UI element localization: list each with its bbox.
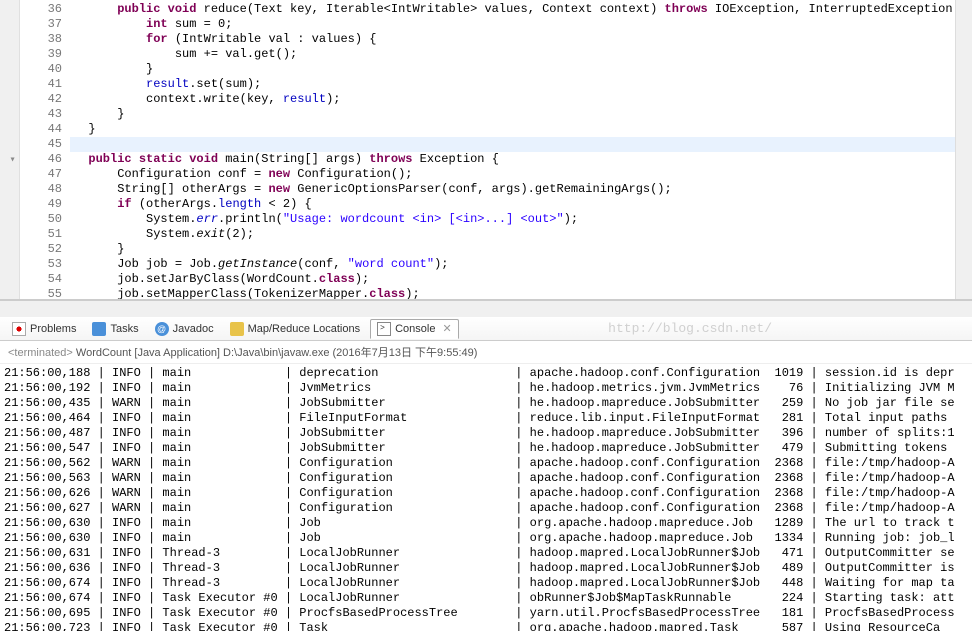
console-icon (377, 322, 391, 336)
line-number: 48 (20, 182, 62, 197)
console-header: <terminated> WordCount [Java Application… (0, 341, 972, 364)
console-line: 21:56:00,563 | WARN | main | Configurati… (4, 471, 968, 486)
line-number: 38 (20, 32, 62, 47)
tab-label: Javadoc (173, 323, 214, 335)
console-view: <terminated> WordCount [Java Application… (0, 341, 972, 631)
console-line: 21:56:00,695 | INFO | Task Executor #0 |… (4, 606, 968, 621)
console-line: 21:56:00,562 | WARN | main | Configurati… (4, 456, 968, 471)
tab-console[interactable]: Console ✕ (370, 319, 459, 339)
line-number: 40 (20, 62, 62, 77)
console-line: 21:56:00,192 | INFO | main | JvmMetrics … (4, 381, 968, 396)
line-number: 42 (20, 92, 62, 107)
console-line: 21:56:00,435 | WARN | main | JobSubmitte… (4, 396, 968, 411)
launch-label: WordCount [Java Application] D:\Java\bin… (76, 347, 478, 359)
tab-label: Problems (30, 323, 76, 335)
console-line: 21:56:00,674 | INFO | Task Executor #0 |… (4, 591, 968, 606)
code-line[interactable]: } (70, 107, 955, 122)
code-line[interactable]: context.write(key, result); (70, 92, 955, 107)
tab-javadoc[interactable]: @ Javadoc (149, 320, 220, 338)
code-line[interactable]: Job job = Job.getInstance(conf, "word co… (70, 257, 955, 272)
code-editor[interactable]: 3637383940414243444546474849505152535455… (0, 0, 972, 300)
console-line: 21:56:00,188 | INFO | main | deprecation… (4, 366, 968, 381)
code-line[interactable] (70, 137, 955, 152)
line-number: 51 (20, 227, 62, 242)
line-number: 50 (20, 212, 62, 227)
watermark-text: http://blog.csdn.net/ (608, 321, 772, 336)
code-line[interactable]: public static void main(String[] args) t… (70, 152, 955, 167)
code-line[interactable]: } (70, 122, 955, 137)
console-output[interactable]: 21:56:00,188 | INFO | main | deprecation… (0, 364, 972, 631)
line-number: 39 (20, 47, 62, 62)
code-line[interactable]: if (otherArgs.length < 2) { (70, 197, 955, 212)
console-line: 21:56:00,630 | INFO | main | Job | org.a… (4, 531, 968, 546)
problems-icon (12, 322, 26, 336)
bottom-tabs: Problems Tasks @ Javadoc Map/Reduce Loca… (0, 317, 972, 341)
code-line[interactable]: public void reduce(Text key, Iterable<In… (70, 2, 955, 17)
code-line[interactable]: int sum = 0; (70, 17, 955, 32)
console-line: 21:56:00,627 | WARN | main | Configurati… (4, 501, 968, 516)
console-line: 21:56:00,626 | WARN | main | Configurati… (4, 486, 968, 501)
line-number: 41 (20, 77, 62, 92)
tab-mapreduce[interactable]: Map/Reduce Locations (224, 320, 367, 338)
code-line[interactable]: String[] otherArgs = new GenericOptionsP… (70, 182, 955, 197)
code-line[interactable]: job.setMapperClass(TokenizerMapper.class… (70, 287, 955, 299)
line-number: 36 (20, 2, 62, 17)
editor-margin (0, 0, 20, 299)
tasks-icon (92, 322, 106, 336)
code-line[interactable]: } (70, 62, 955, 77)
code-line[interactable]: System.err.println("Usage: wordcount <in… (70, 212, 955, 227)
console-line: 21:56:00,636 | INFO | Thread-3 | LocalJo… (4, 561, 968, 576)
code-line[interactable]: } (70, 242, 955, 257)
tab-problems[interactable]: Problems (6, 320, 82, 338)
console-line: 21:56:00,630 | INFO | main | Job | org.a… (4, 516, 968, 531)
horizontal-scrollbar[interactable] (0, 300, 972, 317)
line-gutter: 3637383940414243444546474849505152535455 (20, 0, 70, 299)
line-number: 47 (20, 167, 62, 182)
line-number: 43 (20, 107, 62, 122)
line-number: 53 (20, 257, 62, 272)
console-line: 21:56:00,631 | INFO | Thread-3 | LocalJo… (4, 546, 968, 561)
console-line: 21:56:00,547 | INFO | main | JobSubmitte… (4, 441, 968, 456)
code-line[interactable]: result.set(sum); (70, 77, 955, 92)
tab-tasks[interactable]: Tasks (86, 320, 144, 338)
tab-label: Map/Reduce Locations (248, 323, 361, 335)
line-number: 46 (20, 152, 62, 167)
code-line[interactable]: Configuration conf = new Configuration()… (70, 167, 955, 182)
terminated-label: <terminated> (8, 347, 73, 359)
code-line[interactable]: for (IntWritable val : values) { (70, 32, 955, 47)
code-line[interactable]: job.setJarByClass(WordCount.class); (70, 272, 955, 287)
line-number: 37 (20, 17, 62, 32)
mapreduce-icon (230, 322, 244, 336)
line-number: 49 (20, 197, 62, 212)
code-area[interactable]: public void reduce(Text key, Iterable<In… (70, 0, 955, 299)
console-line: 21:56:00,487 | INFO | main | JobSubmitte… (4, 426, 968, 441)
tab-label: Console (395, 323, 435, 335)
vertical-scrollbar[interactable] (955, 0, 972, 299)
line-number: 45 (20, 137, 62, 152)
console-line: 21:56:00,464 | INFO | main | FileInputFo… (4, 411, 968, 426)
code-line[interactable]: System.exit(2); (70, 227, 955, 242)
line-number: 44 (20, 122, 62, 137)
close-icon[interactable]: ✕ (442, 322, 451, 335)
line-number: 55 (20, 287, 62, 300)
code-line[interactable]: sum += val.get(); (70, 47, 955, 62)
console-line: 21:56:00,674 | INFO | Thread-3 | LocalJo… (4, 576, 968, 591)
javadoc-icon: @ (155, 322, 169, 336)
line-number: 54 (20, 272, 62, 287)
tab-label: Tasks (110, 323, 138, 335)
line-number: 52 (20, 242, 62, 257)
